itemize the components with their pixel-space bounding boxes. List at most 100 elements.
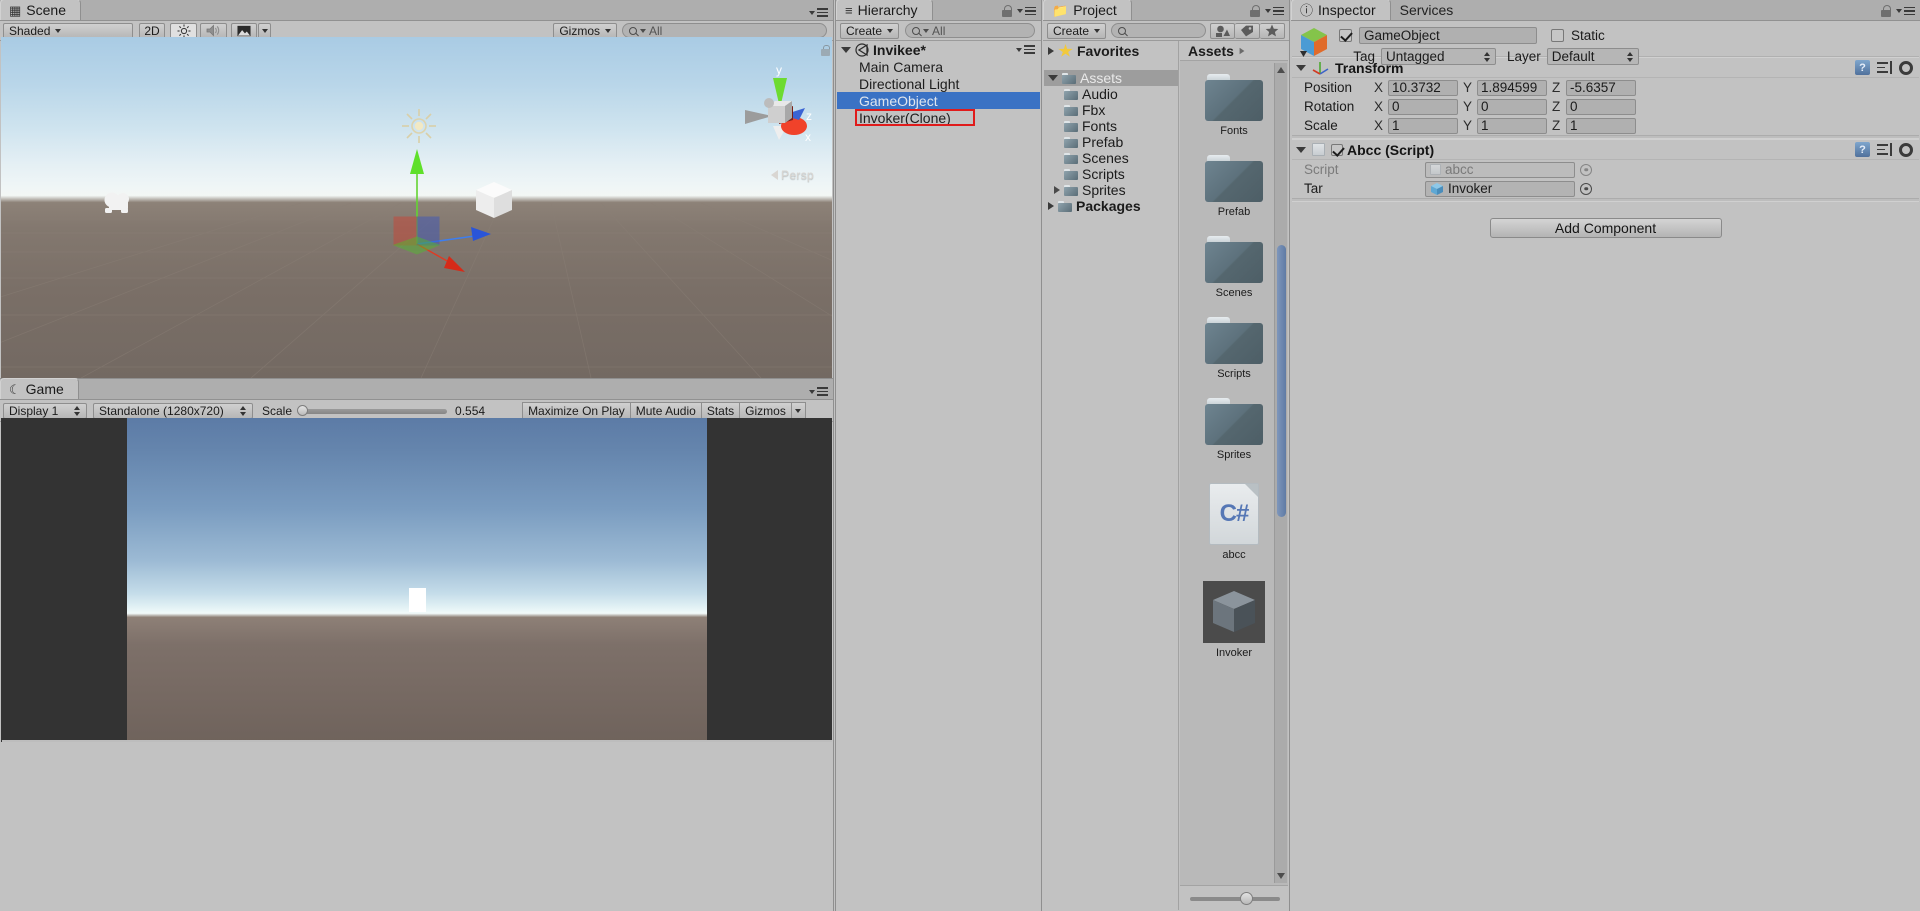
- position-x-field[interactable]: 10.3732: [1388, 79, 1458, 96]
- project-tree-fbx[interactable]: Fbx: [1044, 102, 1178, 118]
- static-checkbox[interactable]: [1551, 29, 1564, 42]
- tab-game[interactable]: ☾ Game: [0, 378, 79, 399]
- game-scale-slider[interactable]: [297, 404, 448, 418]
- project-vertical-scrollbar[interactable]: [1274, 63, 1287, 883]
- panel-divider-vertical-1[interactable]: [833, 0, 834, 911]
- project-zoom-slider[interactable]: [1190, 891, 1280, 905]
- project-tree-assets[interactable]: Assets: [1044, 70, 1178, 86]
- hierarchy-scene-row[interactable]: Invikee*: [837, 41, 1040, 58]
- asset-item-invoker[interactable]: Invoker: [1180, 581, 1288, 659]
- filter-type-icon[interactable]: [1210, 22, 1235, 39]
- project-tree-packages[interactable]: Packages: [1044, 198, 1178, 214]
- scene-menu-icon[interactable]: [809, 8, 828, 17]
- object-enabled-checkbox[interactable]: [1339, 29, 1352, 42]
- gear-icon[interactable]: [1899, 142, 1913, 157]
- project-asset-grid[interactable]: Fonts Prefab Scenes Scripts Sprites C# a…: [1180, 62, 1288, 884]
- chevron-down-icon[interactable]: [1296, 64, 1306, 71]
- project-tree-sprites[interactable]: Sprites: [1044, 182, 1178, 198]
- rotation-x-field[interactable]: 0: [1388, 98, 1458, 115]
- asset-item-abcc[interactable]: C# abcc: [1180, 483, 1288, 561]
- game-horizontal-scrollbar[interactable]: [2, 740, 832, 742]
- chevron-down-icon[interactable]: [841, 46, 851, 53]
- project-create-button[interactable]: Create: [1047, 22, 1107, 39]
- gizmo-lock-icon[interactable]: [821, 45, 830, 56]
- asset-item-scenes[interactable]: Scenes: [1180, 236, 1288, 299]
- maximize-on-play-button[interactable]: Maximize On Play: [522, 401, 631, 420]
- object-picker-icon[interactable]: [1580, 182, 1592, 195]
- rotation-y-field[interactable]: 0: [1477, 98, 1547, 115]
- project-tree-audio[interactable]: Audio: [1044, 86, 1178, 102]
- position-y-field[interactable]: 1.894599: [1477, 79, 1547, 96]
- project-tree-fonts[interactable]: Fonts: [1044, 118, 1178, 134]
- game-display-dropdown[interactable]: Display 1: [3, 402, 87, 419]
- game-viewport[interactable]: [1, 418, 832, 742]
- hierarchy-item-directional-light[interactable]: Directional Light: [837, 75, 1040, 92]
- zoom-slider-knob[interactable]: [1240, 891, 1253, 905]
- scale-x-field[interactable]: 1: [1388, 117, 1458, 134]
- preset-icon[interactable]: [1877, 143, 1892, 156]
- breadcrumb-assets[interactable]: Assets: [1188, 43, 1234, 59]
- hierarchy-create-button[interactable]: Create: [840, 22, 900, 39]
- game-gizmos-button[interactable]: Gizmos: [740, 401, 792, 420]
- inspector-menu-icon[interactable]: [1896, 6, 1915, 16]
- chevron-down-icon[interactable]: [1048, 75, 1058, 81]
- scene-viewport[interactable]: Persp y z x: [1, 37, 832, 378]
- filter-label-icon[interactable]: [1235, 22, 1260, 39]
- tab-scene[interactable]: ▦ Scene: [0, 0, 81, 20]
- lock-icon[interactable]: [1881, 5, 1891, 17]
- help-icon[interactable]: ?: [1855, 60, 1870, 75]
- scene-search-input[interactable]: All: [622, 23, 827, 38]
- stats-button[interactable]: Stats: [701, 401, 741, 420]
- lock-icon[interactable]: [1250, 5, 1260, 17]
- panel-divider-vertical-3[interactable]: [1041, 0, 1042, 911]
- game-menu-icon[interactable]: [809, 387, 828, 396]
- hierarchy-item-invoker-clone[interactable]: Invoker(Clone): [837, 109, 1040, 126]
- project-tree-favorites[interactable]: Favorites: [1044, 43, 1178, 59]
- scrollbar-thumb[interactable]: [1277, 245, 1286, 517]
- scroll-down-icon[interactable]: [1277, 873, 1285, 879]
- tab-services[interactable]: Services: [1391, 0, 1469, 20]
- mute-audio-button[interactable]: Mute Audio: [630, 401, 702, 420]
- panel-divider-vertical-4[interactable]: [1289, 0, 1290, 911]
- scale-slider-knob[interactable]: [297, 404, 309, 416]
- project-tree-prefab[interactable]: Prefab: [1044, 134, 1178, 150]
- chevron-down-icon[interactable]: [1296, 146, 1306, 153]
- scene-view-axis-gizmo[interactable]: y z x: [737, 62, 822, 147]
- project-search-input[interactable]: [1111, 23, 1206, 38]
- tar-object-field[interactable]: Invoker: [1425, 180, 1575, 197]
- scale-y-field[interactable]: 1: [1477, 117, 1547, 134]
- panel-divider-horizontal[interactable]: [0, 378, 833, 379]
- project-tree-scripts[interactable]: Scripts: [1044, 166, 1178, 182]
- project-tree-scenes[interactable]: Scenes: [1044, 150, 1178, 166]
- game-gizmos-dropdown-icon[interactable]: [791, 401, 806, 420]
- preset-icon[interactable]: [1877, 61, 1892, 74]
- rotation-z-field[interactable]: 0: [1566, 98, 1636, 115]
- position-z-field[interactable]: -5.6357: [1566, 79, 1636, 96]
- favorite-star-icon[interactable]: [1260, 22, 1285, 39]
- game-aspect-dropdown[interactable]: Standalone (1280x720): [93, 402, 253, 419]
- project-menu-icon[interactable]: [1265, 6, 1284, 16]
- chevron-right-icon[interactable]: [1048, 47, 1054, 55]
- scene-context-menu-icon[interactable]: [1016, 45, 1040, 54]
- hierarchy-menu-icon[interactable]: [1017, 6, 1036, 16]
- lock-icon[interactable]: [1002, 5, 1012, 17]
- hierarchy-item-main-camera[interactable]: Main Camera: [837, 58, 1040, 75]
- scroll-up-icon[interactable]: [1277, 67, 1285, 73]
- chevron-right-icon[interactable]: [1054, 186, 1060, 194]
- hierarchy-item-gameobject[interactable]: GameObject: [837, 92, 1040, 109]
- script-enabled-checkbox[interactable]: [1331, 143, 1343, 156]
- scale-z-field[interactable]: 1: [1566, 117, 1636, 134]
- chevron-right-icon[interactable]: [1048, 202, 1054, 210]
- layer-dropdown[interactable]: Default: [1546, 48, 1639, 65]
- move-gizmo[interactable]: [386, 144, 496, 274]
- gear-icon[interactable]: [1899, 60, 1913, 75]
- object-name-field[interactable]: GameObject: [1359, 27, 1537, 44]
- add-component-button[interactable]: Add Component: [1489, 218, 1722, 238]
- tab-inspector[interactable]: ⓘ Inspector: [1291, 0, 1391, 20]
- tab-hierarchy[interactable]: ≡ Hierarchy: [836, 0, 933, 20]
- asset-item-scripts[interactable]: Scripts: [1180, 317, 1288, 380]
- help-icon[interactable]: ?: [1855, 142, 1870, 157]
- asset-item-fonts[interactable]: Fonts: [1180, 74, 1288, 137]
- tab-project[interactable]: 📁 Project: [1043, 0, 1132, 20]
- hierarchy-search-input[interactable]: All: [905, 23, 1035, 38]
